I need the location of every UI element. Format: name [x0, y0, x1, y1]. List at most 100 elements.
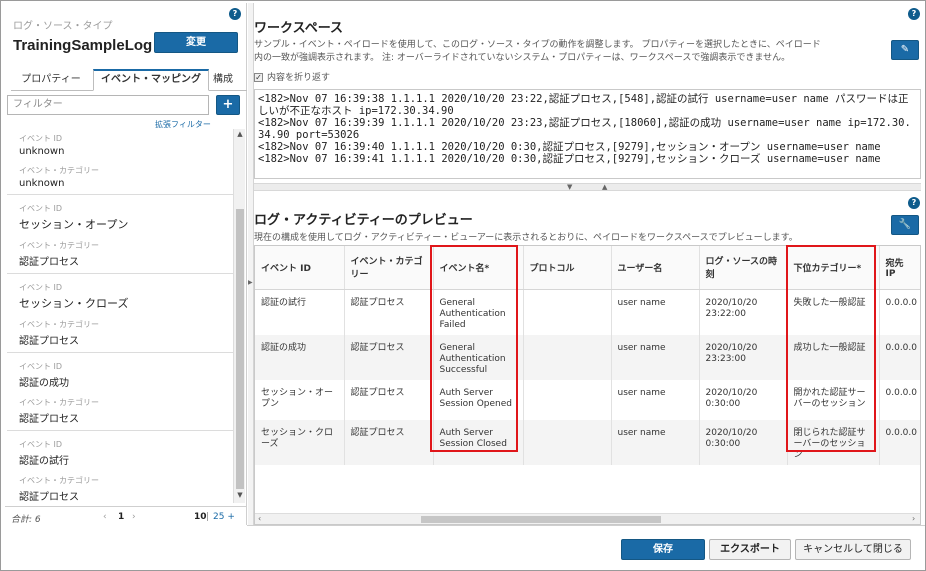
save-button[interactable]: 保存	[621, 539, 705, 560]
event-category-value: 認証プロセス	[19, 414, 79, 425]
list-item[interactable]: イベント ID セッション・オープン イベント・カテゴリー 認証プロセス	[7, 195, 233, 274]
total-count: 合計: 6	[11, 515, 41, 525]
scroll-down-icon[interactable]: ▼	[235, 491, 245, 499]
column-header-event-category[interactable]: イベント・カテゴリー	[344, 246, 434, 290]
log-source-type-name: TrainingSampleLog	[13, 37, 153, 54]
wrench-icon: 🔧	[898, 219, 912, 230]
column-header-protocol[interactable]: プロトコル	[523, 246, 612, 290]
column-header-destination-ip[interactable]: 宛先 IP	[879, 246, 920, 290]
payload-line: <182>Nov 07 16:39:40 1.1.1.1 2020/10/20 …	[258, 141, 881, 153]
event-category-label: イベント・カテゴリー	[19, 476, 99, 485]
pager: 合計: 6 ‹ 1 › 10 | 25 +	[5, 506, 247, 526]
help-icon[interactable]: ?	[908, 8, 920, 20]
filter-input[interactable]: フィルター	[7, 95, 209, 115]
cell-username: user name	[611, 379, 700, 420]
scroll-thumb[interactable]	[236, 209, 244, 489]
table-horizontal-scrollbar[interactable]: ‹ ›	[255, 513, 920, 524]
cell-log-source-time: 2020/10/20 23:22:00	[699, 289, 788, 335]
cancel-and-close-button[interactable]: キャンセルして閉じる	[795, 539, 911, 560]
add-button[interactable]: +	[216, 95, 240, 115]
workspace-description-line: サンプル・イベント・ペイロードを使用して、このログ・ソース・タイプの動作を調整し…	[254, 40, 821, 50]
cell-protocol	[523, 379, 612, 420]
workspace-description: サンプル・イベント・ペイロードを使用して、このログ・ソース・タイプの動作を調整し…	[254, 39, 854, 65]
event-id-label: イベント ID	[19, 283, 63, 292]
log-source-type-label: ログ・ソース・タイプ	[13, 21, 113, 32]
cell-protocol	[523, 419, 612, 465]
event-category-value: 認証プロセス	[19, 257, 79, 268]
column-header-username[interactable]: ユーザー名	[611, 246, 700, 290]
cell-log-source-time: 2020/10/20 0:30:00	[699, 379, 788, 420]
cell-event-category: 認証プロセス	[344, 379, 434, 420]
column-header-log-source-time[interactable]: ログ・ソースの時刻	[699, 246, 788, 290]
event-id-value: 認証の試行	[19, 456, 69, 467]
cell-username: user name	[611, 419, 700, 465]
left-panel: ? ログ・ソース・タイプ TrainingSampleLog 変更 プロパティー…	[3, 3, 247, 525]
current-page[interactable]: 1	[118, 512, 124, 522]
next-page-icon[interactable]: ›	[132, 512, 136, 522]
cell-protocol	[523, 289, 612, 335]
tab-properties[interactable]: プロパティー	[11, 69, 91, 91]
cell-event-id: 認証の成功	[255, 334, 345, 380]
cell-destination-ip: 0.0.0.0	[879, 289, 920, 335]
preview-settings-button[interactable]: 🔧	[891, 215, 919, 235]
export-button[interactable]: エクスポート	[709, 539, 791, 560]
event-category-value: unknown	[19, 178, 65, 189]
wrap-content-toggle[interactable]: ✓ 内容を折り返す	[254, 70, 330, 83]
event-id-label: イベント ID	[19, 362, 63, 371]
highlight-event-name-column	[430, 245, 518, 452]
collapse-arrow-icon[interactable]: ▶	[248, 279, 253, 286]
wrap-content-checkbox[interactable]: ✓	[254, 73, 263, 82]
list-item[interactable]: イベント ID 認証の成功 イベント・カテゴリー 認証プロセス	[7, 353, 233, 431]
page-size-10[interactable]: 10	[194, 512, 207, 522]
splitter-up-icon[interactable]: ▲	[602, 183, 607, 191]
cell-destination-ip: 0.0.0.0	[879, 379, 920, 420]
cell-event-id: セッション・クローズ	[255, 419, 345, 465]
preview-description: 現在の構成を使用してログ・アクティビティー・ビューアーに表示されるとおりに、ペイ…	[254, 233, 798, 243]
event-id-value: セッション・オープン	[19, 218, 129, 231]
event-id-label: イベント ID	[19, 204, 63, 213]
change-button[interactable]: 変更	[154, 32, 238, 53]
payload-line: <182>Nov 07 16:39:41 1.1.1.1 2020/10/20 …	[258, 153, 881, 165]
splitter-down-icon[interactable]: ▼	[567, 183, 572, 191]
list-scrollbar[interactable]: ▲ ▼	[233, 129, 245, 503]
prev-page-icon[interactable]: ‹	[103, 512, 107, 522]
column-header-event-id[interactable]: イベント ID	[255, 246, 345, 290]
page-size-25[interactable]: 25 +	[213, 512, 235, 522]
cell-username: user name	[611, 334, 700, 380]
event-id-value: unknown	[19, 146, 65, 157]
horizontal-scroll-thumb[interactable]	[421, 516, 661, 523]
tab-configuration[interactable]: 構成	[213, 69, 247, 91]
tab-event-mapping[interactable]: イベント・マッピング	[93, 69, 209, 91]
cell-event-category: 認証プロセス	[344, 334, 434, 380]
cell-destination-ip: 0.0.0.0	[879, 334, 920, 380]
scroll-left-icon[interactable]: ‹	[258, 514, 261, 523]
event-category-value: 認証プロセス	[19, 492, 79, 503]
help-icon[interactable]: ?	[229, 8, 241, 20]
cell-log-source-time: 2020/10/20 0:30:00	[699, 419, 788, 465]
payload-textarea[interactable]: <182>Nov 07 16:39:38 1.1.1.1 2020/10/20 …	[254, 89, 921, 179]
pencil-icon: ✎	[900, 44, 910, 55]
event-category-value: 認証プロセス	[19, 336, 79, 347]
event-id-label: イベント ID	[19, 134, 63, 143]
list-item[interactable]: イベント ID unknown イベント・カテゴリー unknown	[7, 129, 233, 195]
event-id-value: 認証の成功	[19, 378, 69, 389]
payload-line: <182>Nov 07 16:39:38 1.1.1.1 2020/10/20 …	[258, 93, 909, 117]
list-item[interactable]: イベント ID 認証の試行 イベント・カテゴリー 認証プロセス	[7, 431, 233, 503]
event-id-label: イベント ID	[19, 440, 63, 449]
pane-splitter[interactable]: ▼ ▲	[254, 183, 921, 191]
highlight-low-level-category-column	[786, 245, 876, 452]
cell-event-id: 認証の試行	[255, 289, 345, 335]
event-category-label: イベント・カテゴリー	[19, 320, 99, 329]
page-size-separator: |	[206, 512, 210, 522]
event-id-value: セッション・クローズ	[19, 297, 129, 310]
event-mapping-list: イベント ID unknown イベント・カテゴリー unknown イベント …	[7, 129, 233, 503]
help-icon[interactable]: ?	[908, 197, 920, 209]
list-item[interactable]: イベント ID セッション・クローズ イベント・カテゴリー 認証プロセス	[7, 274, 233, 353]
scroll-up-icon[interactable]: ▲	[235, 130, 245, 138]
event-category-label: イベント・カテゴリー	[19, 398, 99, 407]
dialog-frame: ? ログ・ソース・タイプ TrainingSampleLog 変更 プロパティー…	[0, 0, 926, 571]
event-category-label: イベント・カテゴリー	[19, 241, 99, 250]
scroll-right-icon[interactable]: ›	[912, 514, 915, 523]
wrap-content-label: 内容を折り返す	[267, 73, 331, 83]
edit-workspace-button[interactable]: ✎	[891, 40, 919, 60]
